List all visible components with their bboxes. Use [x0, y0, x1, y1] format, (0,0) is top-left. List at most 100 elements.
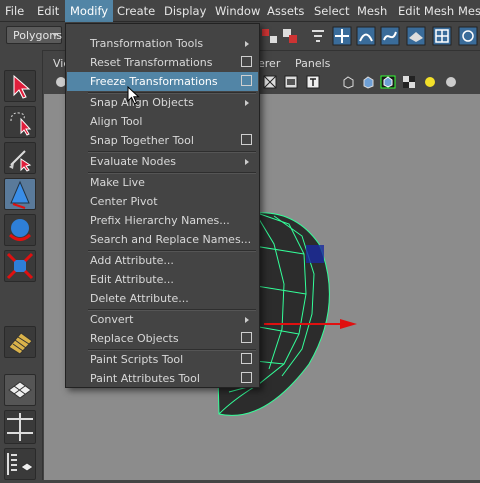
menu-item-label: Make Live — [90, 176, 145, 189]
outliner-icon — [7, 453, 34, 475]
select-by-object-icon[interactable] — [280, 26, 300, 46]
menu-select[interactable]: Select — [309, 0, 354, 22]
menu-item-snap-together-tool[interactable]: Snap Together Tool — [67, 131, 258, 150]
grid-icon[interactable] — [263, 75, 277, 89]
select-by-hierarchy-icon[interactable] — [260, 26, 280, 46]
menu-item-label: Reset Transformations — [90, 56, 213, 69]
modify-menu: Transformation Tools Reset Transformatio… — [65, 23, 260, 388]
menu-item-paint-scripts-tool[interactable]: Paint Scripts Tool — [67, 350, 258, 369]
menu-item-snap-align-objects[interactable]: Snap Align Objects — [67, 93, 258, 112]
menu-modify[interactable]: Modify — [65, 0, 114, 22]
menu-item-evaluate-nodes[interactable]: Evaluate Nodes — [67, 152, 258, 171]
four-view-layout-icon — [7, 413, 33, 441]
selected-face — [306, 245, 324, 263]
single-pane-layout[interactable] — [4, 374, 36, 406]
menu-item-paint-attributes-tool[interactable]: Paint Attributes Tool — [67, 369, 258, 388]
select-arrow-icon — [13, 74, 31, 99]
snap-grid-icon — [8, 332, 33, 355]
menu-item-edit-attribute[interactable]: Edit Attribute... — [67, 270, 258, 289]
layout-icon — [8, 381, 32, 399]
menu-item-label: Evaluate Nodes — [90, 155, 176, 168]
scale-icon — [6, 252, 34, 280]
snap-point-icon[interactable] — [380, 26, 400, 46]
filter-icon[interactable] — [308, 26, 328, 46]
mouse-cursor-icon — [127, 86, 140, 105]
menu-item-center-pivot[interactable]: Center Pivot — [67, 192, 258, 211]
menu-item-freeze-transformations[interactable]: Freeze Transformations — [67, 72, 258, 91]
light-icon[interactable] — [423, 75, 437, 89]
snap-curve-icon[interactable] — [356, 26, 376, 46]
menu-item-reset-transformations[interactable]: Reset Transformations — [67, 53, 258, 72]
option-box-icon[interactable] — [241, 353, 252, 364]
snap-grid-icon[interactable] — [332, 26, 352, 46]
menu-item-label: Paint Scripts Tool — [90, 353, 184, 366]
move-icon — [10, 180, 30, 209]
menu-item-label: Prefix Hierarchy Names... — [90, 214, 230, 227]
menu-item-label: Convert — [90, 313, 134, 326]
option-box-icon[interactable] — [241, 75, 252, 86]
menu-item-prefix-hierarchy-names[interactable]: Prefix Hierarchy Names... — [67, 211, 258, 230]
toolbox — [0, 50, 43, 480]
menu-item-label: Delete Attribute... — [90, 292, 189, 305]
option-box-icon[interactable] — [241, 134, 252, 145]
submenu-arrow-icon — [245, 159, 249, 165]
mode-select-dropdown[interactable]: Polygons — [6, 26, 62, 44]
option-box-icon[interactable] — [241, 332, 252, 343]
lasso-tool[interactable] — [4, 106, 36, 138]
move-tool[interactable] — [4, 178, 36, 210]
menu-edit-mesh[interactable]: Edit Mesh — [393, 0, 459, 22]
menu-item-label: Add Attribute... — [90, 254, 174, 267]
texture-icon[interactable] — [402, 75, 416, 89]
viewport-menu-panels[interactable]: Panels — [295, 56, 330, 72]
menu-window[interactable]: Window — [210, 0, 265, 22]
four-pane-layout[interactable] — [4, 410, 36, 444]
submenu-arrow-icon — [245, 100, 249, 106]
text-icon[interactable] — [306, 75, 320, 89]
history-icon[interactable] — [458, 26, 478, 46]
menu-item-label: Align Tool — [90, 115, 143, 128]
smooth-shade-icon[interactable] — [361, 75, 375, 89]
paint-select-tool[interactable] — [4, 142, 36, 174]
submenu-arrow-icon — [245, 41, 249, 47]
lasso-icon — [10, 112, 32, 136]
submenu-arrow-icon — [245, 317, 249, 323]
menu-item-label: Edit Attribute... — [90, 273, 174, 286]
shadow-icon[interactable] — [444, 75, 458, 89]
soft-modify-tool[interactable] — [4, 326, 36, 358]
menu-mesh-2[interactable]: Mesh — [453, 0, 480, 22]
menu-item-add-attribute[interactable]: Add Attribute... — [67, 251, 258, 270]
menu-file[interactable]: File — [0, 0, 29, 22]
menu-bar: File Edit Modify Create Display Window A… — [0, 0, 480, 22]
menu-edit[interactable]: Edit — [32, 0, 64, 22]
option-box-icon[interactable] — [241, 56, 252, 67]
menu-display[interactable]: Display — [159, 0, 211, 22]
wireframe-cube-icon[interactable] — [341, 75, 355, 89]
rotate-icon — [8, 219, 32, 241]
menu-item-label: Paint Attributes Tool — [90, 372, 200, 385]
menu-item-convert[interactable]: Convert — [67, 310, 258, 329]
menu-item-label: Transformation Tools — [90, 37, 204, 50]
menu-item-label: Snap Align Objects — [90, 96, 194, 109]
menu-item-make-live[interactable]: Make Live — [67, 173, 258, 192]
menu-assets[interactable]: Assets — [262, 0, 309, 22]
paint-select-icon — [9, 150, 32, 172]
hud-icon[interactable] — [284, 75, 298, 89]
menu-item-align-tool[interactable]: Align Tool — [67, 112, 258, 131]
wireframe-on-shaded-icon[interactable] — [380, 75, 396, 89]
select-tool[interactable] — [4, 70, 36, 102]
menu-item-delete-attribute[interactable]: Delete Attribute... — [67, 289, 258, 308]
menu-mesh[interactable]: Mesh — [352, 0, 392, 22]
make-live-icon[interactable] — [432, 26, 452, 46]
outliner-layout[interactable] — [4, 448, 36, 480]
menu-item-label: Search and Replace Names... — [90, 233, 252, 246]
viewport-menu-renderer[interactable]: erer — [258, 56, 280, 72]
menu-item-transformation-tools[interactable]: Transformation Tools — [67, 34, 258, 53]
menu-item-replace-objects[interactable]: Replace Objects — [67, 329, 258, 348]
snap-view-plane-icon[interactable] — [406, 26, 426, 46]
rotate-tool[interactable] — [4, 214, 36, 246]
menu-item-label: Center Pivot — [90, 195, 158, 208]
menu-create[interactable]: Create — [112, 0, 160, 22]
option-box-icon[interactable] — [241, 372, 252, 383]
menu-item-search-replace-names[interactable]: Search and Replace Names... — [67, 230, 258, 249]
scale-tool[interactable] — [4, 250, 36, 282]
